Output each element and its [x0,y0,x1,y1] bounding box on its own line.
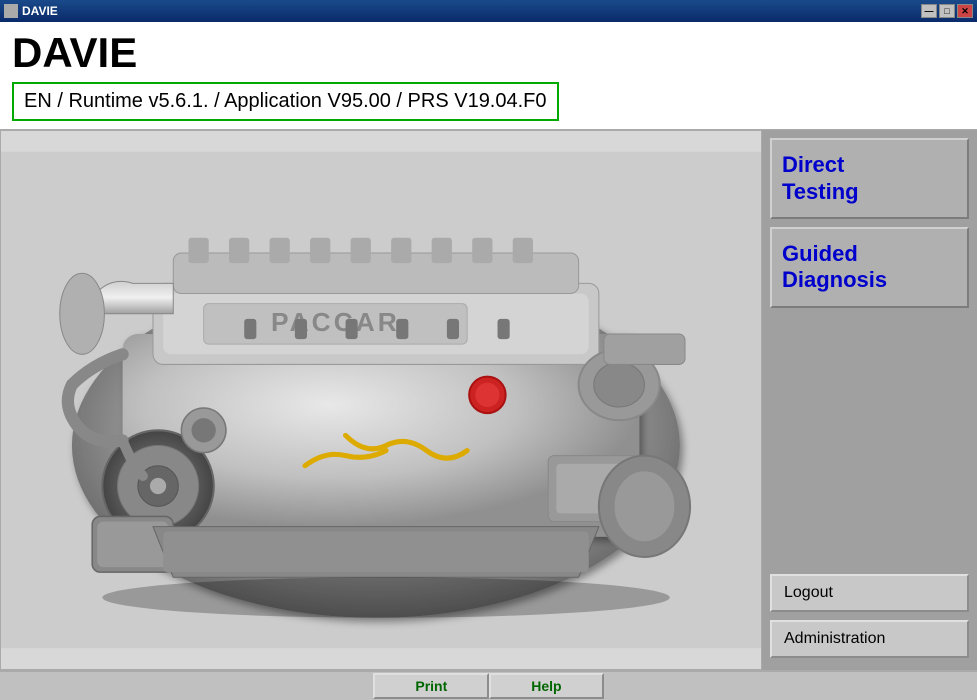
app-title: DAVIE [12,30,965,76]
engine-area: PACCAR [0,130,762,670]
sidebar: Direct Testing Guided Diagnosis Logout [762,130,977,670]
guided-diagnosis-button[interactable]: Guided Diagnosis [770,227,969,308]
engine-svg: PACCAR [1,131,761,669]
maximize-button[interactable]: □ [939,4,955,18]
logout-button[interactable]: Logout [770,574,969,612]
close-button[interactable]: ✕ [957,4,973,18]
version-bar: EN / Runtime v5.6.1. / Application V95.0… [12,82,559,121]
sidebar-bottom: Logout Administration [770,574,969,662]
title-bar-controls[interactable]: — □ ✕ [921,4,973,18]
header: DAVIE EN / Runtime v5.6.1. / Application… [0,22,977,130]
sidebar-top: Direct Testing Guided Diagnosis [770,138,969,566]
svg-text:PACCAR: PACCAR [271,307,400,337]
sidebar-spacer [770,316,969,566]
print-button[interactable]: Print [373,673,489,699]
administration-label: Administration [784,630,885,648]
title-bar-left: DAVIE [4,4,58,18]
minimize-button[interactable]: — [921,4,937,18]
title-bar: DAVIE — □ ✕ [0,0,977,22]
logout-label: Logout [784,584,833,602]
administration-button[interactable]: Administration [770,620,969,658]
app-window: DAVIE EN / Runtime v5.6.1. / Application… [0,22,977,700]
bottom-bar: Print Help [0,670,977,700]
help-label: Help [531,678,561,694]
help-button[interactable]: Help [489,673,603,699]
title-bar-text: DAVIE [22,4,58,18]
version-text: EN / Runtime v5.6.1. / Application V95.0… [24,90,547,112]
direct-testing-label: Direct Testing [782,152,859,205]
app-icon [4,4,18,18]
content-area: PACCAR [0,130,977,670]
print-label: Print [415,678,447,694]
direct-testing-button[interactable]: Direct Testing [770,138,969,219]
guided-diagnosis-label: Guided Diagnosis [782,241,887,294]
